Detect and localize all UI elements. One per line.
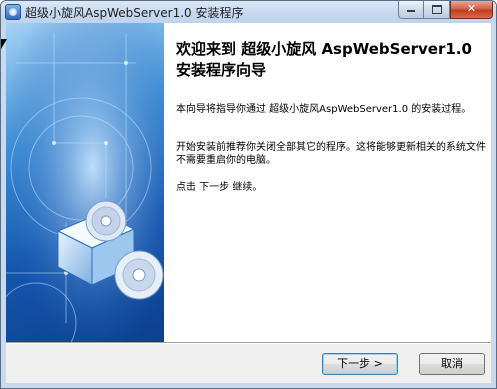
cd-disc-icon-second [114, 250, 164, 300]
wizard-banner-image [6, 23, 164, 342]
minimize-icon [407, 10, 415, 12]
installer-window: 超级小旋风AspWebServer1.0 安装程序 ✕ 欢迎来到 超级小旋风 A… [0, 0, 497, 389]
continue-instruction: 点击 下一步 继续。 [176, 182, 263, 193]
minimize-button[interactable] [398, 1, 424, 19]
footer-divider [6, 342, 491, 344]
intro-paragraph: 本向导将指导你通过 超级小旋风AspWebServer1.0 的安装过程。 [176, 104, 472, 115]
banner-artwork [6, 23, 164, 342]
recommendation-paragraph: 开始安装前推荐你关闭全部其它的程序。这将能够更新相关的系统文件不需要重启你的电脑… [176, 142, 486, 166]
maximize-icon [431, 5, 442, 14]
wizard-client-area: 欢迎来到 超级小旋风 AspWebServer1.0 安装程序向导 本向导将指导… [6, 23, 491, 383]
window-title: 超级小旋风AspWebServer1.0 安装程序 [25, 6, 244, 20]
mouse-cursor-icon [1, 39, 7, 49]
cancel-button[interactable]: 取消 [419, 353, 485, 375]
cd-disc-icon [85, 200, 127, 242]
maximize-button[interactable] [424, 1, 450, 19]
welcome-heading: 欢迎来到 超级小旋风 AspWebServer1.0 安装程序向导 [176, 40, 472, 79]
title-bar[interactable]: 超级小旋风AspWebServer1.0 安装程序 ✕ [1, 1, 496, 23]
app-icon[interactable] [5, 4, 21, 20]
next-button[interactable]: 下一步 > [322, 353, 398, 375]
close-button[interactable]: ✕ [450, 1, 493, 19]
close-icon: ✕ [466, 2, 477, 15]
wizard-content-panel: 欢迎来到 超级小旋风 AspWebServer1.0 安装程序向导 本向导将指导… [164, 23, 491, 342]
